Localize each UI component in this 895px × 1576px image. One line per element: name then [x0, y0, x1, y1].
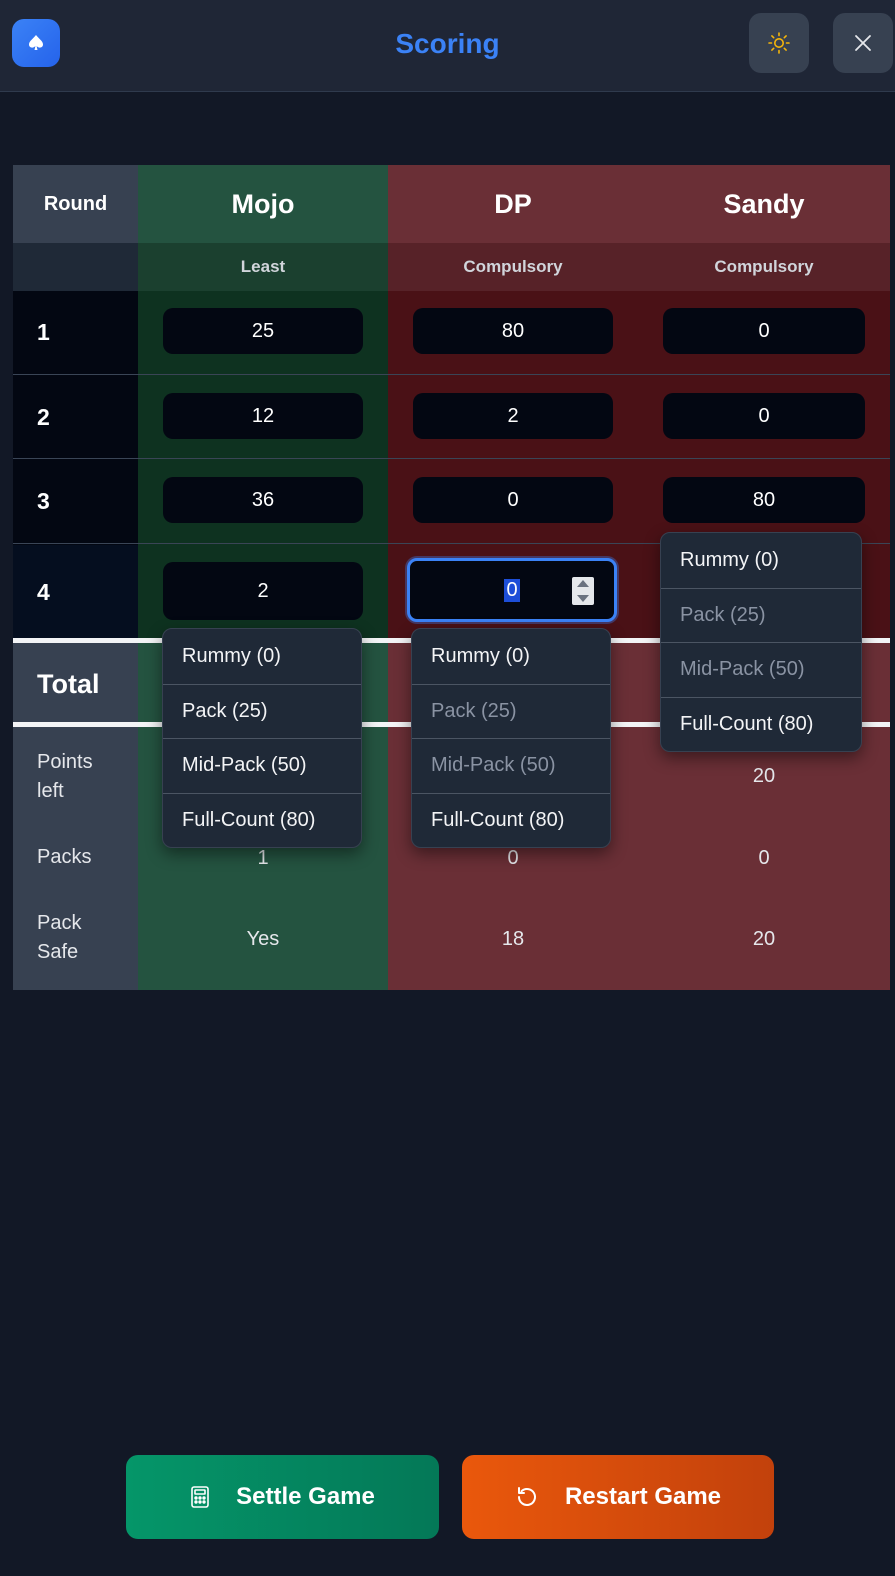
pack-safe-value: Yes	[246, 928, 280, 950]
player-type: Least	[240, 257, 286, 276]
score-input[interactable]: 80	[663, 477, 865, 523]
score-input[interactable]: 12	[163, 393, 363, 439]
round-number: 4	[37, 579, 50, 605]
score-input[interactable]: 2	[413, 393, 613, 439]
sun-icon	[768, 32, 790, 54]
score-input[interactable]: 0	[663, 308, 865, 354]
calculator-icon	[191, 1486, 209, 1508]
rotate-ccw-icon	[517, 1487, 536, 1506]
selected-value: 0	[504, 578, 520, 602]
pack-safe-value: 18	[501, 928, 525, 950]
dropdown-option-full-count[interactable]: Full-Count (80)	[661, 696, 861, 752]
pack-safe-label: Pack Safe	[37, 912, 82, 963]
round-number: 2	[37, 404, 50, 430]
dropdown-option-full-count[interactable]: Full-Count (80)	[163, 792, 361, 848]
settle-game-button[interactable]: Settle Game	[126, 1455, 439, 1539]
packs-value: 1	[257, 847, 269, 869]
dropdown-option-mid-pack: Mid-Pack (50)	[661, 642, 861, 697]
dropdown-option-full-count[interactable]: Full-Count (80)	[412, 792, 610, 848]
player-name: Sandy	[723, 188, 805, 219]
player-name: DP	[494, 188, 532, 219]
outcome-dropdown: Rummy (0) Pack (25) Mid-Pack (50) Full-C…	[162, 628, 362, 848]
player-column-dp: DP Compulsory 80 2 0 0 0 18	[388, 165, 638, 990]
outcome-dropdown: Rummy (0) Pack (25) Mid-Pack (50) Full-C…	[660, 532, 862, 752]
player-type: Compulsory	[714, 257, 814, 276]
points-left-label: Points left	[37, 751, 93, 802]
close-icon	[855, 35, 871, 51]
packs-value: 0	[507, 847, 519, 869]
app-header: Scoring	[0, 0, 895, 92]
dropdown-option-rummy[interactable]: Rummy (0)	[163, 629, 361, 684]
packs-label: Packs	[37, 846, 92, 868]
theme-toggle-button[interactable]	[749, 13, 809, 73]
score-input[interactable]: 25	[163, 308, 363, 354]
total-label: Total	[37, 669, 100, 699]
restart-game-button[interactable]: Restart Game	[462, 1455, 774, 1539]
row-divider	[13, 458, 890, 459]
player-type: Compulsory	[463, 257, 563, 276]
dropdown-option-pack: Pack (25)	[412, 683, 610, 739]
dropdown-option-pack: Pack (25)	[661, 587, 861, 643]
points-left-value: 20	[752, 765, 776, 787]
close-button[interactable]	[833, 13, 893, 73]
dropdown-option-rummy[interactable]: Rummy (0)	[412, 629, 610, 684]
player-column-mojo: Mojo Least 25 12 36 2 1 Yes	[138, 165, 388, 990]
dropdown-option-mid-pack: Mid-Pack (50)	[412, 738, 610, 793]
dropdown-option-rummy[interactable]: Rummy (0)	[661, 533, 861, 588]
player-name: Mojo	[231, 188, 295, 219]
dropdown-option-mid-pack[interactable]: Mid-Pack (50)	[163, 738, 361, 793]
round-column: Round 1 2 3 4 Total Points left Packs Pa…	[13, 165, 138, 990]
score-input[interactable]: 80	[413, 308, 613, 354]
score-input[interactable]: 0	[663, 393, 865, 439]
row-divider	[13, 374, 890, 375]
packs-value: 0	[758, 847, 770, 869]
round-number: 3	[37, 488, 50, 514]
score-input[interactable]: 36	[163, 477, 363, 523]
score-input-focused[interactable]: 0	[407, 558, 617, 622]
number-spinner[interactable]	[572, 577, 594, 605]
restart-game-label: Restart Game	[564, 1483, 722, 1510]
round-number: 1	[37, 319, 50, 345]
pack-safe-value: 20	[752, 928, 776, 950]
dropdown-option-pack[interactable]: Pack (25)	[163, 683, 361, 739]
score-input[interactable]: 0	[413, 477, 613, 523]
round-header: Round	[43, 192, 108, 215]
settle-game-label: Settle Game	[236, 1483, 375, 1510]
outcome-dropdown: Rummy (0) Pack (25) Mid-Pack (50) Full-C…	[411, 628, 611, 848]
score-input[interactable]: 2	[163, 562, 363, 620]
